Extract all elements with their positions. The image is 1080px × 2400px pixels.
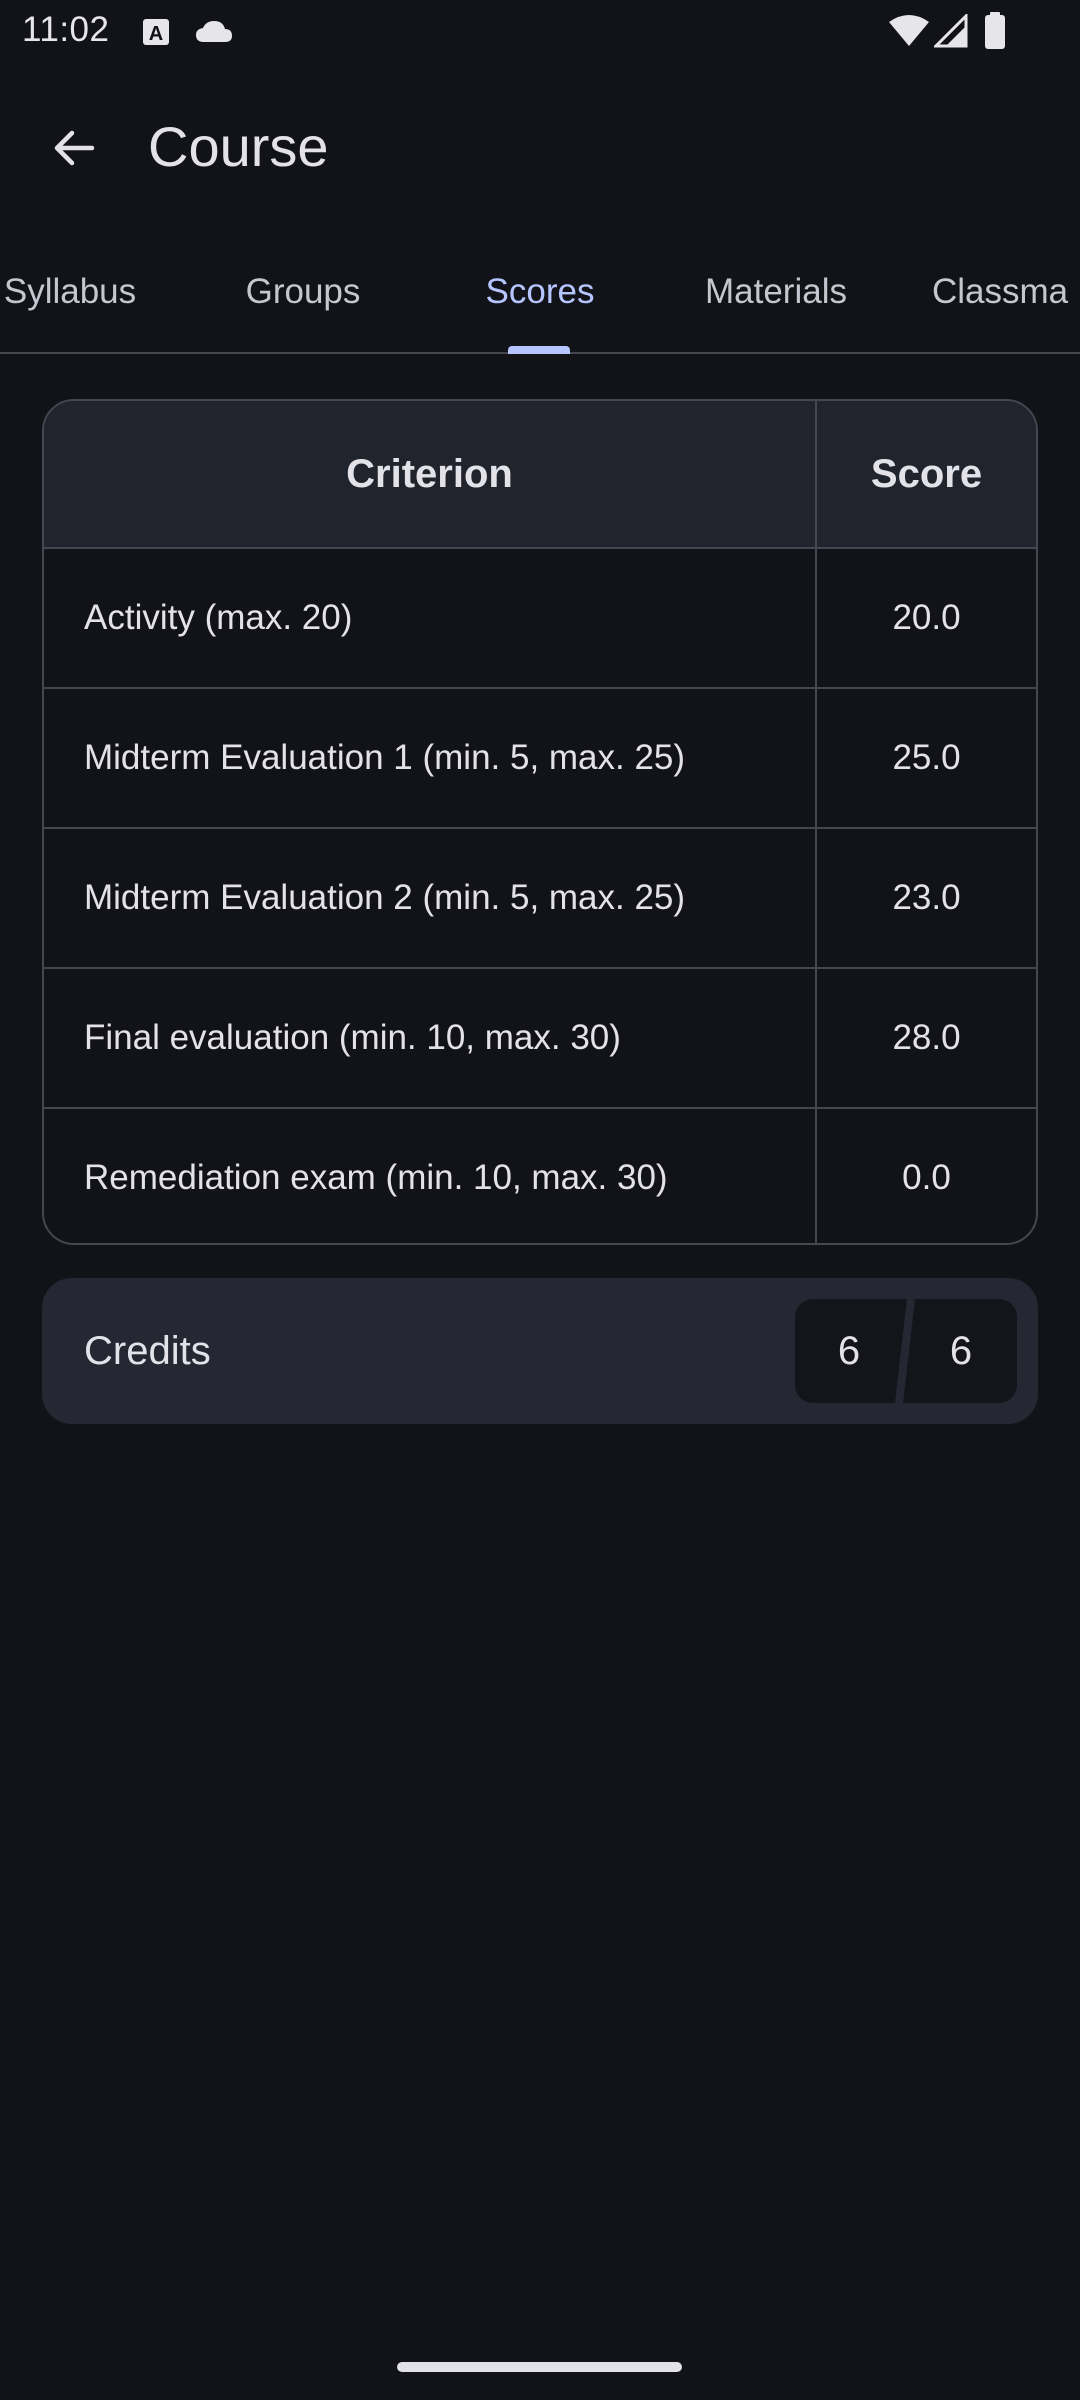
back-button[interactable] xyxy=(34,110,114,190)
page-title: Course xyxy=(148,115,329,178)
table-header-row: Criterion Score xyxy=(44,401,1036,549)
score-cell: 20.0 xyxy=(815,549,1036,687)
score-cell: 28.0 xyxy=(815,969,1036,1107)
status-bar: 11:02 A xyxy=(0,0,1080,64)
cloud-icon xyxy=(194,18,234,51)
credits-label: Credits xyxy=(84,1328,211,1373)
status-time: 11:02 xyxy=(22,10,110,49)
signal-icon xyxy=(932,12,968,53)
tab-classmates[interactable]: Classma xyxy=(932,230,1080,354)
criterion-cell: Final evaluation (min. 10, max. 30) xyxy=(84,1018,621,1057)
svg-text:A: A xyxy=(149,23,163,45)
table-row: Activity (max. 20) 20.0 xyxy=(44,549,1036,689)
table-row: Final evaluation (min. 10, max. 30) 28.0 xyxy=(44,969,1036,1109)
criterion-cell: Midterm Evaluation 2 (min. 5, max. 25) xyxy=(84,878,686,917)
criterion-cell: Remediation exam (min. 10, max. 30) xyxy=(84,1158,668,1197)
table-row: Remediation exam (min. 10, max. 30) 0.0 xyxy=(44,1109,1036,1243)
keyboard-a-icon: A xyxy=(142,18,170,51)
credits-earned: 6 xyxy=(837,1328,861,1373)
tab-indicator xyxy=(508,346,570,354)
score-column-header: Score xyxy=(815,401,1036,547)
criterion-cell: Midterm Evaluation 1 (min. 5, max. 25) xyxy=(84,738,686,777)
criterion-column-header: Criterion xyxy=(346,451,513,496)
score-cell: 25.0 xyxy=(815,689,1036,827)
battery-icon xyxy=(984,12,1006,55)
tab-groups[interactable]: Groups xyxy=(208,230,398,354)
credits-value-box: 6 6 xyxy=(795,1299,1017,1403)
credits-total: 6 xyxy=(949,1328,973,1373)
criterion-cell: Activity (max. 20) xyxy=(84,598,353,637)
tab-materials[interactable]: Materials xyxy=(676,230,876,354)
wifi-icon xyxy=(888,14,930,53)
screen: 11:02 A Course Syllabus Groups Scores Ma… xyxy=(0,0,1080,2400)
credits-card: Credits 6 6 xyxy=(42,1278,1038,1424)
tab-syllabus[interactable]: Syllabus xyxy=(0,230,150,354)
score-cell: 23.0 xyxy=(815,829,1036,967)
gesture-navigation-bar[interactable] xyxy=(397,2362,682,2372)
table-row: Midterm Evaluation 2 (min. 5, max. 25) 2… xyxy=(44,829,1036,969)
table-row: Midterm Evaluation 1 (min. 5, max. 25) 2… xyxy=(44,689,1036,829)
tab-bar: Syllabus Groups Scores Materials Classma xyxy=(0,230,1080,354)
app-bar: Course xyxy=(0,88,1080,208)
arrow-back-icon xyxy=(50,124,98,177)
score-cell: 0.0 xyxy=(815,1109,1036,1243)
scores-table: Criterion Score Activity (max. 20) 20.0 … xyxy=(42,399,1038,1245)
tab-scores[interactable]: Scores xyxy=(445,230,635,354)
